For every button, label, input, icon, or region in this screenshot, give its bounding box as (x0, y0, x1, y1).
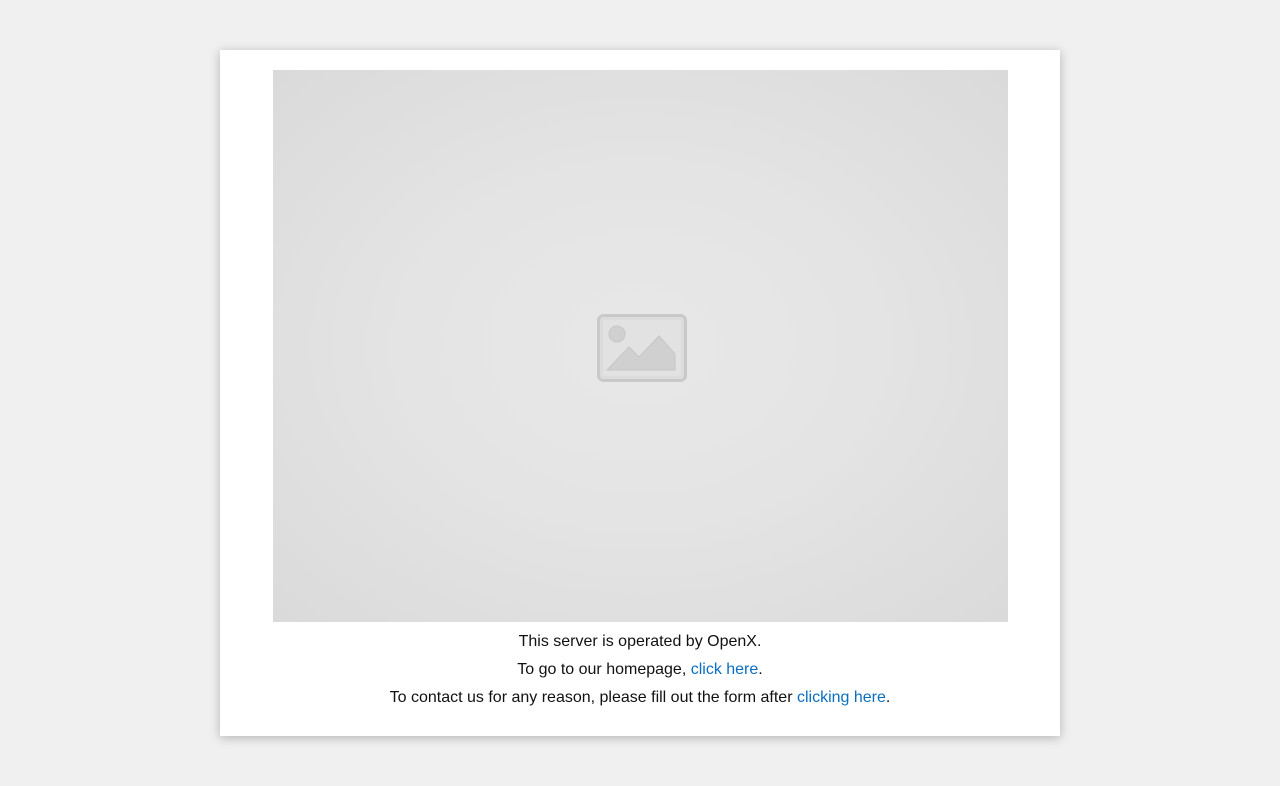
homepage-link[interactable]: click here (691, 661, 759, 678)
server-info: This server is operated by OpenX. To go … (220, 628, 1060, 712)
content-card: This server is operated by OpenX. To go … (220, 50, 1060, 736)
image-icon (597, 314, 687, 382)
operator-text: This server is operated by OpenX. (518, 633, 762, 650)
contact-text: To contact us for any reason, please fil… (220, 684, 1060, 712)
contact-suffix: . (885, 689, 891, 706)
homepage-text: To go to our homepage, click here. (220, 656, 1060, 684)
homepage-prefix: To go to our homepage, (517, 661, 691, 678)
image-placeholder (273, 70, 1008, 622)
contact-prefix: To contact us for any reason, please fil… (389, 689, 797, 706)
contact-link[interactable]: clicking here (797, 689, 886, 706)
homepage-suffix: . (758, 661, 763, 678)
